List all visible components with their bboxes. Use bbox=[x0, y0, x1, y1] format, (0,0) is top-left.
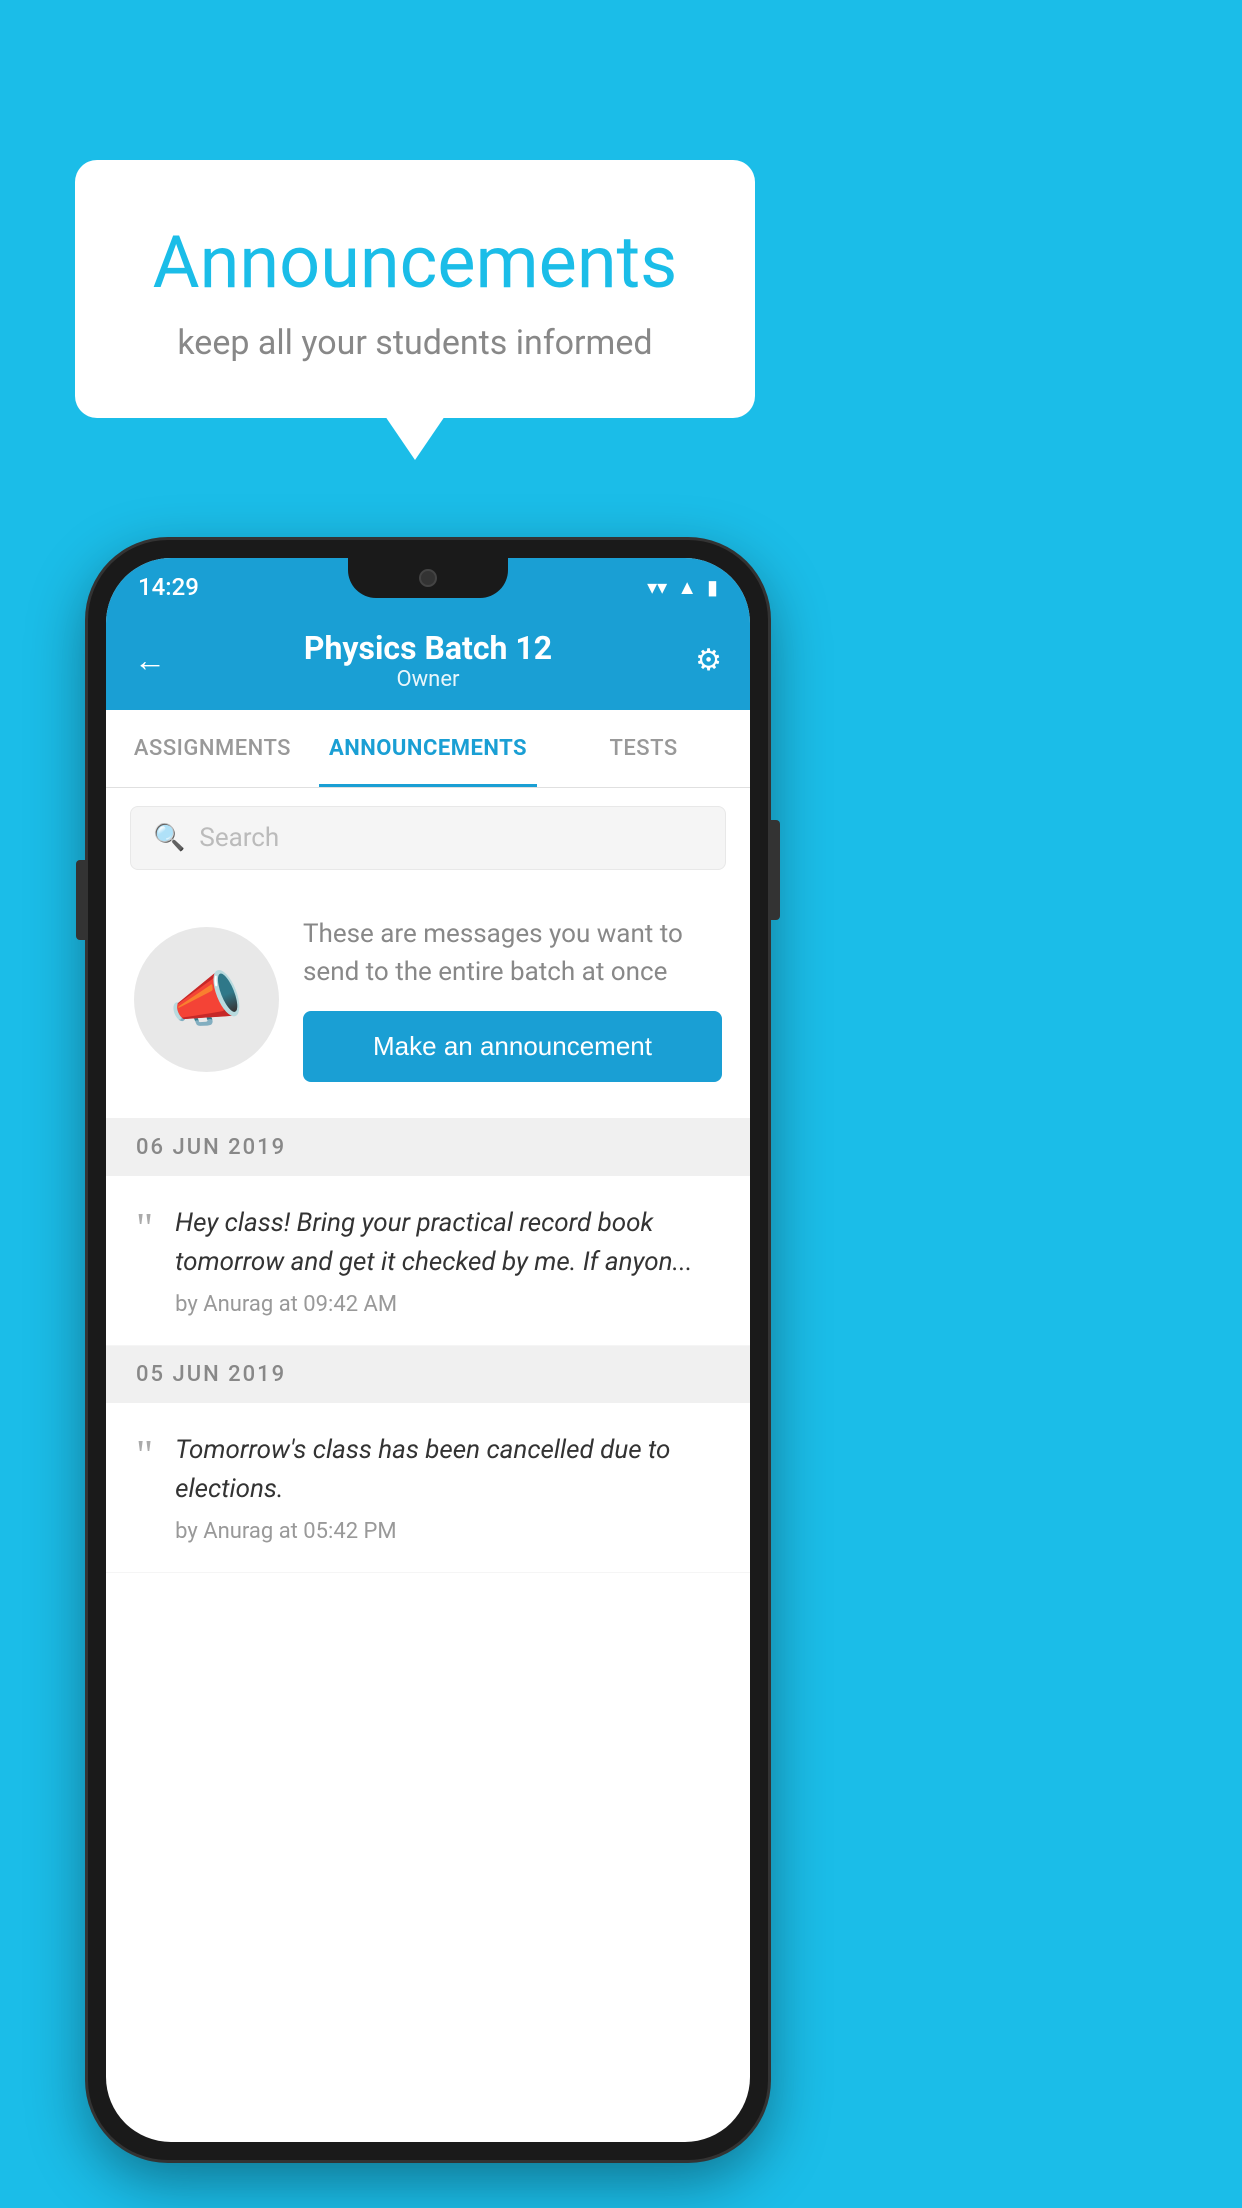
speech-bubble-container: Announcements keep all your students inf… bbox=[75, 160, 755, 418]
announcement-prompt: 📣 These are messages you want to send to… bbox=[106, 888, 750, 1119]
app-bar-subtitle: Owner bbox=[184, 667, 672, 692]
megaphone-circle: 📣 bbox=[134, 927, 279, 1072]
bubble-title: Announcements bbox=[125, 220, 705, 305]
announcement-author-1: by Anurag at 09:42 AM bbox=[175, 1292, 720, 1317]
make-announcement-button[interactable]: Make an announcement bbox=[303, 1011, 722, 1082]
tab-announcements[interactable]: ANNOUNCEMENTS bbox=[319, 710, 537, 787]
tab-tests[interactable]: TESTS bbox=[537, 710, 750, 787]
announcement-content-2: Tomorrow's class has been cancelled due … bbox=[175, 1431, 720, 1544]
app-bar-title: Physics Batch 12 bbox=[184, 629, 672, 667]
megaphone-icon: 📣 bbox=[169, 964, 244, 1035]
status-icons: ▾▾ ▲ ▮ bbox=[647, 575, 718, 600]
signal-icon: ▲ bbox=[677, 575, 697, 600]
quote-icon-2: " bbox=[136, 1435, 153, 1477]
announcement-content-1: Hey class! Bring your practical record b… bbox=[175, 1204, 720, 1317]
announcement-text-1: Hey class! Bring your practical record b… bbox=[175, 1204, 720, 1282]
date-separator-2: 05 JUN 2019 bbox=[106, 1346, 750, 1403]
tab-assignments[interactable]: ASSIGNMENTS bbox=[106, 710, 319, 787]
announcement-author-2: by Anurag at 05:42 PM bbox=[175, 1519, 720, 1544]
phone-outer: 14:29 ▾▾ ▲ ▮ ← Physics Batch 12 Owner ⚙ bbox=[88, 540, 768, 2160]
quote-icon-1: " bbox=[136, 1208, 153, 1250]
settings-button[interactable]: ⚙ bbox=[672, 643, 722, 678]
front-camera bbox=[419, 569, 437, 587]
search-container: 🔍 Search bbox=[106, 788, 750, 888]
announcement-text-2: Tomorrow's class has been cancelled due … bbox=[175, 1431, 720, 1509]
announcement-description: These are messages you want to send to t… bbox=[303, 916, 722, 991]
app-bar: ← Physics Batch 12 Owner ⚙ bbox=[106, 610, 750, 710]
status-time: 14:29 bbox=[138, 573, 199, 601]
phone-wrapper: 14:29 ▾▾ ▲ ▮ ← Physics Batch 12 Owner ⚙ bbox=[88, 540, 768, 2160]
announcement-item-2[interactable]: " Tomorrow's class has been cancelled du… bbox=[106, 1403, 750, 1573]
search-placeholder: Search bbox=[199, 823, 279, 853]
date-separator-1: 06 JUN 2019 bbox=[106, 1119, 750, 1176]
bubble-subtitle: keep all your students informed bbox=[125, 323, 705, 363]
announcement-right: These are messages you want to send to t… bbox=[303, 916, 722, 1082]
app-bar-title-area: Physics Batch 12 Owner bbox=[184, 629, 672, 692]
phone-screen: 14:29 ▾▾ ▲ ▮ ← Physics Batch 12 Owner ⚙ bbox=[106, 558, 750, 2142]
back-button[interactable]: ← bbox=[134, 641, 184, 679]
speech-bubble: Announcements keep all your students inf… bbox=[75, 160, 755, 418]
search-icon: 🔍 bbox=[153, 823, 185, 853]
search-bar[interactable]: 🔍 Search bbox=[130, 806, 726, 870]
wifi-icon: ▾▾ bbox=[647, 575, 667, 599]
announcement-item-1[interactable]: " Hey class! Bring your practical record… bbox=[106, 1176, 750, 1346]
battery-icon: ▮ bbox=[707, 575, 718, 599]
phone-notch bbox=[348, 558, 508, 598]
tab-bar: ASSIGNMENTS ANNOUNCEMENTS TESTS bbox=[106, 710, 750, 788]
